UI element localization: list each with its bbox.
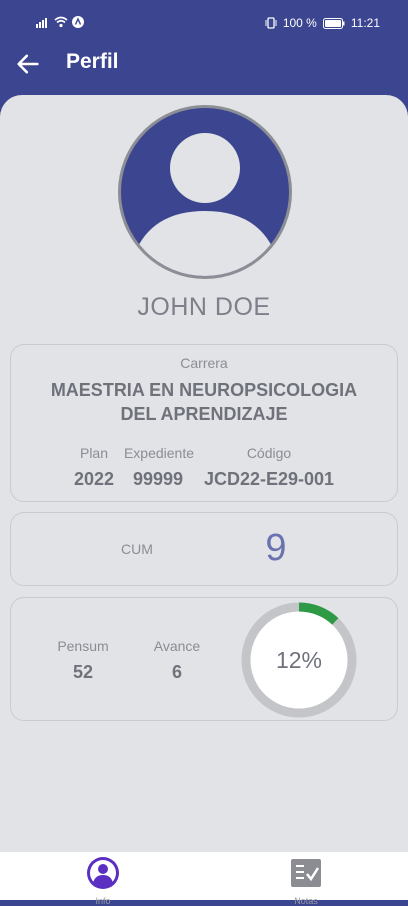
avatar: [118, 105, 292, 279]
nav-item-info[interactable]: Info: [73, 856, 133, 906]
career-card: Carrera MAESTRIA EN NEUROPSICOLOGIA DEL …: [10, 344, 398, 502]
plan-value: 2022: [73, 469, 115, 489]
cum-card: CUM 9: [10, 512, 398, 586]
app-notification-icon: [72, 16, 84, 28]
progress-percent: 12%: [276, 647, 322, 673]
codigo-label: Código: [246, 445, 292, 461]
clock: 11:21: [350, 16, 380, 30]
bottom-navigation: Info Notas: [0, 852, 408, 906]
progress-ring: 12%: [241, 602, 357, 718]
codigo-value: JCD22-E29-001: [203, 469, 335, 489]
person-circle-icon: [87, 857, 119, 889]
avance-label: Avance: [153, 638, 201, 654]
cum-value: 9: [265, 527, 287, 569]
vibrate-icon: [265, 17, 277, 29]
expediente-label: Expediente: [123, 445, 195, 461]
back-arrow-icon[interactable]: [14, 50, 42, 78]
nav-label-notas: Notas: [294, 896, 318, 906]
career-value: MAESTRIA EN NEUROPSICOLOGIA DEL APRENDIZ…: [50, 380, 358, 424]
avance-value: 6: [171, 662, 182, 682]
page-title: Perfil: [66, 50, 119, 73]
plan-label: Plan: [79, 445, 109, 461]
profile-content: JOHN DOE Carrera MAESTRIA EN NEUROPSICOL…: [0, 95, 408, 852]
expediente-value: 99999: [132, 469, 184, 489]
cum-label: CUM: [121, 541, 153, 557]
grades-checklist-icon: [291, 859, 321, 887]
pensum-value: 52: [72, 662, 94, 682]
progress-card: Pensum 52 Avance 6 12%: [10, 597, 398, 721]
status-icons-left: [36, 16, 84, 28]
career-label: Carrera: [180, 355, 228, 371]
status-bar: 100 % 11:21: [0, 0, 408, 44]
wifi-icon: [54, 16, 68, 28]
status-icons-right: 100 % 11:21: [265, 16, 380, 30]
app-bar: Perfil: [0, 44, 408, 84]
nav-item-notas[interactable]: Notas: [276, 856, 336, 906]
battery-percent: 100 %: [282, 16, 317, 30]
nav-label-info: Info: [95, 896, 111, 906]
signal-icon: [36, 18, 47, 28]
default-avatar-icon: [128, 133, 282, 276]
user-name: JOHN DOE: [137, 293, 271, 321]
battery-icon: [322, 17, 345, 29]
pensum-label: Pensum: [57, 638, 109, 654]
